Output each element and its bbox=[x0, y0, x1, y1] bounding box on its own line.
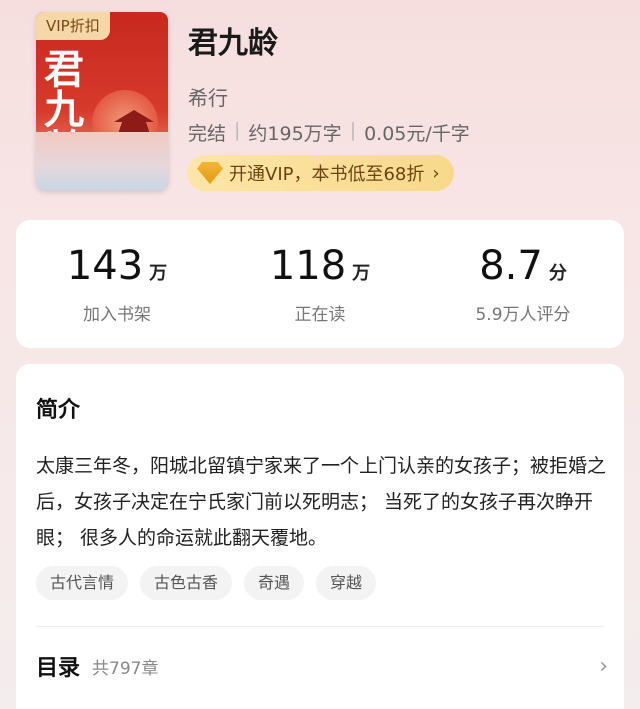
table-of-contents-row[interactable]: 目录 共797章 › bbox=[36, 644, 608, 688]
stat-label: 加入书架 bbox=[83, 305, 151, 325]
stat-label: 5.9万人评分 bbox=[475, 305, 571, 325]
divider bbox=[36, 626, 604, 627]
stats-card: 143 万 加入书架 118 万 正在读 8.7 分 5.9万人评分 bbox=[16, 220, 624, 348]
chevron-right-icon: › bbox=[432, 162, 440, 184]
meta-separator: | bbox=[234, 119, 241, 141]
vip-offer-label: 开通VIP，本书低至68折 bbox=[229, 164, 425, 185]
book-status: 完结 bbox=[188, 123, 227, 145]
toc-heading: 目录 bbox=[36, 656, 81, 681]
stat-reading: 118 万 正在读 bbox=[219, 238, 421, 325]
stat-value: 8.7 bbox=[479, 243, 543, 289]
stat-value: 118 bbox=[269, 243, 347, 289]
stat-label: 正在读 bbox=[294, 305, 346, 325]
stat-rating[interactable]: 8.7 分 5.9万人评分 bbox=[422, 238, 624, 325]
stat-unit: 万 bbox=[352, 263, 371, 284]
tag-chip[interactable]: 古色古香 bbox=[140, 566, 233, 600]
meta-separator: | bbox=[349, 119, 357, 141]
stat-value: 143 bbox=[66, 243, 144, 289]
book-meta: 完结 | 约195万字 | 0.05元/千字 bbox=[188, 119, 470, 146]
book-author[interactable]: 希行 bbox=[188, 82, 228, 111]
toc-chapter-count: 共797章 bbox=[92, 658, 159, 679]
tag-chip[interactable]: 穿越 bbox=[316, 566, 377, 600]
cover-cloud-art bbox=[36, 132, 168, 190]
vip-discount-badge: VIP折扣 bbox=[36, 12, 110, 40]
intro-text[interactable]: 太康三年冬，阳城北留镇宁家来了一个上门认亲的女孩子；被拒婚之后，女孩子决定在宁氏… bbox=[36, 448, 608, 556]
book-word-count: 约195万字 bbox=[248, 123, 342, 145]
chevron-right-icon: › bbox=[599, 653, 608, 679]
intro-heading: 简介 bbox=[36, 398, 81, 423]
tag-chip[interactable]: 古代言情 bbox=[36, 566, 129, 600]
book-title: 君九龄 bbox=[188, 26, 278, 61]
stat-unit: 分 bbox=[548, 263, 567, 284]
vip-offer-button[interactable]: 开通VIP，本书低至68折 › bbox=[187, 155, 454, 191]
intro-card: 简介 太康三年冬，阳城北留镇宁家来了一个上门认亲的女孩子；被拒婚之后，女孩子决定… bbox=[16, 364, 624, 709]
stat-shelf: 143 万 加入书架 bbox=[16, 238, 218, 325]
tag-list: 古代言情 古色古香 奇遇 穿越 bbox=[36, 566, 377, 600]
stat-unit: 万 bbox=[149, 263, 168, 284]
book-header: 君九龄 VIP折扣 君九龄 希行 完结 | 约195万字 | 0.05元/千字 … bbox=[0, 0, 640, 220]
book-price: 0.05元/千字 bbox=[364, 123, 470, 145]
tag-chip[interactable]: 奇遇 bbox=[244, 566, 305, 600]
diamond-icon bbox=[197, 162, 223, 184]
